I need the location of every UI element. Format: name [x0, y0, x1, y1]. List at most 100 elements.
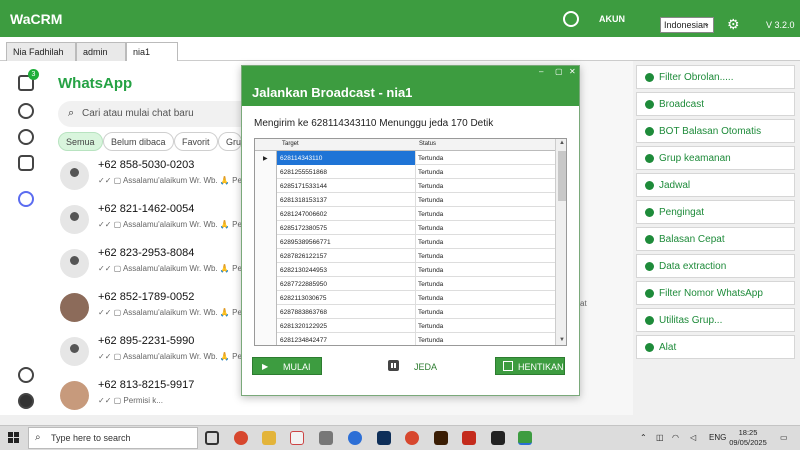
wifi-icon[interactable]: ◠	[672, 433, 679, 442]
wacrm-taskbar-icon[interactable]	[518, 431, 532, 445]
search-placeholder: Cari atau mulai chat baru	[82, 108, 194, 119]
profile-avatar[interactable]	[18, 393, 34, 409]
target-row[interactable]: 628114343110 Tertunda	[277, 151, 555, 165]
column-divider	[415, 263, 416, 277]
whatsapp-icon[interactable]	[563, 11, 579, 27]
close-icon[interactable]: ✕	[569, 67, 576, 76]
target-status: Tertunda	[418, 295, 444, 302]
filter-chip-favorit[interactable]: Favorit	[174, 132, 218, 151]
utilitas-grup-button[interactable]: Utilitas Grup...	[636, 308, 795, 332]
grup-keamanan-button[interactable]: Grup keamanan	[636, 146, 795, 170]
file-explorer-icon[interactable]	[262, 431, 276, 445]
taskbar-search-input[interactable]: ⌕ Type here to search	[28, 427, 198, 449]
network-icon[interactable]: ◫	[656, 433, 664, 442]
chat-preview: ✓✓ ▢ Assalamu'alaikum Wr. Wb. 🙏 Pe	[98, 176, 242, 185]
balasan-cepat-button[interactable]: Balasan Cepat	[636, 227, 795, 251]
jeda-button[interactable]: JEDA	[414, 362, 437, 372]
tab-admin[interactable]: admin	[76, 42, 126, 61]
target-row[interactable]: 6285172380575 Tertunda	[277, 221, 555, 235]
target-number: 6281247006602	[280, 211, 327, 218]
illustrator-icon[interactable]	[434, 431, 448, 445]
target-row[interactable]: 6287883863768 Tertunda	[277, 305, 555, 319]
tab-nia-fadhilah[interactable]: Nia Fadhilah	[6, 42, 76, 61]
meta-ai-icon[interactable]	[18, 191, 34, 207]
action-label: Data extraction	[659, 261, 727, 272]
column-header-target[interactable]: Target	[282, 141, 299, 147]
scroll-up-icon[interactable]: ▲	[559, 140, 565, 146]
acrobat-icon[interactable]	[462, 431, 476, 445]
data-extraction-button[interactable]: Data extraction	[636, 254, 795, 278]
filter-chip-belum-dibaca[interactable]: Belum dibaca	[103, 132, 174, 151]
target-row[interactable]: 6282130244953 Tertunda	[277, 263, 555, 277]
target-status: Tertunda	[418, 323, 444, 330]
status-icon[interactable]	[18, 103, 34, 119]
send-icon	[645, 100, 654, 109]
target-row[interactable]: 6281247006602 Tertunda	[277, 207, 555, 221]
filter-chip-semua[interactable]: Semua	[58, 132, 103, 151]
pause-icon[interactable]	[388, 360, 399, 371]
communities-icon[interactable]	[18, 155, 34, 171]
target-row[interactable]: 6287722885950 Tertunda	[277, 277, 555, 291]
mulai-button[interactable]: ▶ MULAI	[252, 357, 322, 375]
language-indicator[interactable]: ENG	[709, 433, 726, 442]
group-icon	[645, 316, 654, 325]
taskbar-clock[interactable]: 18:25 09/05/2025	[728, 428, 768, 448]
column-divider	[415, 221, 416, 235]
chevron-up-icon[interactable]: ⌃	[640, 433, 647, 442]
photoshop-icon[interactable]	[377, 431, 391, 445]
chrome-icon[interactable]	[234, 431, 248, 445]
channels-icon[interactable]	[18, 129, 34, 145]
target-row[interactable]: 6287826122157 Tertunda	[277, 249, 555, 263]
akun-button[interactable]: AKUN	[599, 14, 625, 24]
gear-icon[interactable]: ⚙	[727, 16, 740, 33]
chat-number: +62 858-5030-0203	[98, 159, 195, 171]
minimize-icon[interactable]: –	[539, 67, 543, 76]
app-icon[interactable]	[491, 431, 505, 445]
chrome-profile-icon[interactable]	[405, 431, 419, 445]
target-row[interactable]: 6285171533144 Tertunda	[277, 179, 555, 193]
grid-scrollbar[interactable]: ▲ ▼	[555, 139, 566, 345]
reply-icon	[645, 235, 654, 244]
camera-icon[interactable]	[319, 431, 333, 445]
column-divider	[415, 165, 416, 179]
action-panel: Filter Obrolan..... Broadcast BOT Balasa…	[633, 61, 800, 415]
target-row[interactable]: 6282113030675 Tertunda	[277, 291, 555, 305]
target-row[interactable]: 6281320122925 Tertunda	[277, 319, 555, 333]
action-label: BOT Balasan Otomatis	[659, 126, 762, 137]
filter-chip-grup[interactable]: Grup	[218, 132, 242, 151]
target-grid[interactable]: ▶ Target Status 628114343110 Tertunda 6281…	[254, 138, 567, 346]
column-header-status[interactable]: Status	[419, 141, 436, 147]
target-row[interactable]: 6281255551868 Tertunda	[277, 165, 555, 179]
windows-taskbar: ⌕ Type here to search ⌃ ◫ ◠ ◁ ENG 18:25 …	[0, 425, 800, 450]
zoom-icon[interactable]	[348, 431, 362, 445]
action-label: Broadcast	[659, 99, 705, 110]
target-row[interactable]: 6281318153137 Tertunda	[277, 193, 555, 207]
row-selector-column: ▶	[255, 139, 277, 345]
target-row[interactable]: 62895389566771 Tertunda	[277, 235, 555, 249]
app-icon[interactable]	[290, 431, 304, 445]
jadwal-button[interactable]: Jadwal	[636, 173, 795, 197]
windows-start-icon[interactable]	[8, 432, 19, 443]
filter-obrolan-button[interactable]: Filter Obrolan.....	[636, 65, 795, 89]
alat-button[interactable]: Alat	[636, 335, 795, 359]
scroll-thumb[interactable]	[558, 151, 566, 201]
bell-icon	[645, 208, 654, 217]
avatar	[60, 337, 89, 366]
notification-icon[interactable]: ▭	[780, 433, 788, 442]
chat-number: +62 895-2231-5990	[98, 335, 195, 347]
action-label: Grup keamanan	[659, 153, 731, 164]
volume-icon[interactable]: ◁	[690, 433, 696, 442]
language-select[interactable]: Indonesian ⌄	[660, 17, 714, 33]
target-row[interactable]: 6281234842477 Tertunda	[277, 333, 555, 345]
settings-icon[interactable]	[18, 367, 34, 383]
filter-nomor-button[interactable]: Filter Nomor WhatsApp	[636, 281, 795, 305]
bot-balasan-button[interactable]: BOT Balasan Otomatis	[636, 119, 795, 143]
maximize-icon[interactable]: ▢	[555, 67, 563, 76]
hentikan-button[interactable]: HENTIKAN	[495, 357, 565, 375]
pengingat-button[interactable]: Pengingat	[636, 200, 795, 224]
broadcast-button[interactable]: Broadcast	[636, 92, 795, 116]
scroll-down-icon[interactable]: ▼	[559, 337, 565, 343]
tab-nia1[interactable]: nia1	[126, 42, 178, 61]
task-view-icon[interactable]	[205, 431, 219, 445]
avatar	[60, 381, 89, 410]
